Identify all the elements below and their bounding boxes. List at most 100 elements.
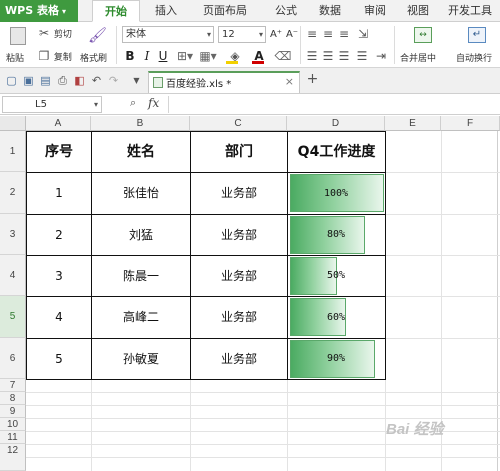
fill-color-icon[interactable]: ◈ <box>224 48 246 64</box>
wrap-text-button[interactable]: ↵ 自动换行 <box>454 25 500 65</box>
underline-button[interactable]: U <box>156 48 170 64</box>
cell-name[interactable]: 孙敏夏 <box>92 339 190 379</box>
document-tab[interactable]: 百度经验.xls * × <box>148 71 300 93</box>
name-box[interactable]: L5 ▾ <box>2 96 102 113</box>
cell-department[interactable]: 业务部 <box>191 339 287 379</box>
cell-number[interactable]: 2 <box>27 215 91 255</box>
grow-font-button[interactable]: A⁺ <box>269 27 283 43</box>
align-middle-icon[interactable]: ≡ <box>322 26 334 42</box>
cell-name[interactable]: 张佳怡 <box>92 173 190 214</box>
column-header-f[interactable]: F <box>441 116 500 131</box>
tab-developer[interactable]: 开发工具 <box>442 0 498 22</box>
row-header-4[interactable]: 4 <box>0 255 26 296</box>
tab-page-layout[interactable]: 页面布局 <box>195 0 255 22</box>
cell-progress[interactable]: 50% <box>290 256 382 296</box>
select-all-corner[interactable] <box>0 116 26 131</box>
paste-button[interactable]: 粘贴 <box>6 25 32 65</box>
row-header-8[interactable]: 8 <box>0 392 26 405</box>
tab-home[interactable]: 开始 <box>92 0 140 22</box>
print-preview-icon[interactable]: ◧ <box>73 74 86 87</box>
align-center-icon[interactable]: ☰ <box>322 48 334 64</box>
column-header-b[interactable]: B <box>91 116 190 131</box>
row-header-10[interactable]: 10 <box>0 418 26 431</box>
align-top-icon[interactable]: ≡ <box>306 26 318 42</box>
app-name: WPS 表格 <box>5 4 59 17</box>
header-name[interactable]: 姓名 <box>92 132 190 172</box>
row-header-6[interactable]: 6 <box>0 338 26 379</box>
italic-button[interactable]: I <box>140 48 154 64</box>
row-header-3[interactable]: 3 <box>0 214 26 255</box>
cell-department[interactable]: 业务部 <box>191 215 287 255</box>
row-header-11[interactable]: 11 <box>0 431 26 444</box>
wrap-text-icon: ↵ <box>468 27 486 43</box>
tab-data[interactable]: 数据 <box>312 0 348 22</box>
row-header-1[interactable]: 1 <box>0 131 26 172</box>
gridline <box>385 338 500 339</box>
table-border <box>26 379 386 380</box>
format-painter-button[interactable]: 🖌 格式刷 <box>80 25 112 65</box>
column-header-a[interactable]: A <box>26 116 91 131</box>
cell-name[interactable]: 高峰二 <box>92 297 190 338</box>
header-department[interactable]: 部门 <box>191 132 287 172</box>
tab-review[interactable]: 审阅 <box>357 0 393 22</box>
header-q4-progress[interactable]: Q4工作进度 <box>288 132 385 172</box>
font-name-select[interactable]: 宋体 ▾ <box>122 26 214 43</box>
font-color-icon[interactable]: A <box>250 48 268 64</box>
indent-icon[interactable]: ⇥ <box>372 48 390 64</box>
cell-name[interactable]: 陈晨一 <box>92 256 190 296</box>
function-icon[interactable]: fx <box>148 96 159 110</box>
column-header-d[interactable]: D <box>287 116 385 131</box>
row-header-9[interactable]: 9 <box>0 405 26 418</box>
open-folder-icon[interactable]: ▤ <box>39 74 52 87</box>
new-file-icon[interactable]: ▢ <box>5 74 18 87</box>
close-icon[interactable]: × <box>285 75 294 88</box>
align-bottom-icon[interactable]: ≡ <box>338 26 350 42</box>
column-header-e[interactable]: E <box>385 116 441 131</box>
app-menu-button[interactable]: WPS 表格 ▾ <box>0 0 78 22</box>
cell-department[interactable]: 业务部 <box>191 256 287 296</box>
cell-progress[interactable]: 90% <box>290 339 382 379</box>
font-size-select[interactable]: 12 ▾ <box>218 26 266 43</box>
cell-style-icon[interactable]: ▦▾ <box>198 48 218 64</box>
cell-number[interactable]: 1 <box>27 173 91 214</box>
header-number[interactable]: 序号 <box>27 132 91 172</box>
clear-format-icon[interactable]: ⌫ <box>273 48 293 64</box>
cell-progress[interactable]: 60% <box>290 297 382 338</box>
cut-button[interactable]: ✂ 剪切 <box>38 26 72 40</box>
tab-view[interactable]: 视图 <box>400 0 436 22</box>
shrink-font-button[interactable]: A⁻ <box>285 27 299 43</box>
align-left-icon[interactable]: ☰ <box>306 48 318 64</box>
tab-insert[interactable]: 插入 <box>148 0 184 22</box>
row-header-7[interactable]: 7 <box>0 379 26 392</box>
tab-formulas[interactable]: 公式 <box>268 0 304 22</box>
merge-center-button[interactable]: ↔ 合并居中 <box>398 25 450 65</box>
row-header-12[interactable]: 12 <box>0 444 26 471</box>
cell-number[interactable]: 3 <box>27 256 91 296</box>
cell-department[interactable]: 业务部 <box>191 297 287 338</box>
orientation-icon[interactable]: ⇲ <box>356 26 370 42</box>
bold-button[interactable]: B <box>123 48 137 64</box>
save-icon[interactable]: ▣ <box>22 74 35 87</box>
scissors-icon: ✂ <box>38 26 50 40</box>
justify-icon[interactable]: ☰ <box>356 48 368 64</box>
column-header-c[interactable]: C <box>190 116 287 131</box>
undo-icon[interactable]: ↶ <box>90 74 103 87</box>
customize-chevron-icon[interactable]: ▼ <box>130 74 143 87</box>
copy-button[interactable]: ❐ 复制 <box>38 49 72 63</box>
cell-progress[interactable]: 100% <box>290 173 382 214</box>
cell-progress[interactable]: 80% <box>290 215 382 255</box>
row-header-2[interactable]: 2 <box>0 172 26 214</box>
print-icon[interactable]: ⎙ <box>56 74 69 87</box>
cell-department[interactable]: 业务部 <box>191 173 287 214</box>
redo-icon[interactable]: ↷ <box>107 74 120 87</box>
new-tab-icon[interactable]: + <box>306 72 319 86</box>
row-header-5[interactable]: 5 <box>0 296 26 338</box>
cell-number[interactable]: 4 <box>27 297 91 338</box>
cell-number[interactable]: 5 <box>27 339 91 379</box>
align-right-icon[interactable]: ☰ <box>338 48 350 64</box>
cell-name[interactable]: 刘猛 <box>92 215 190 255</box>
formula-input[interactable] <box>168 96 498 113</box>
borders-icon[interactable]: ⊞▾ <box>175 48 195 64</box>
clipboard-icon <box>10 27 26 45</box>
zoom-search-icon[interactable]: ⌕ <box>130 96 136 110</box>
